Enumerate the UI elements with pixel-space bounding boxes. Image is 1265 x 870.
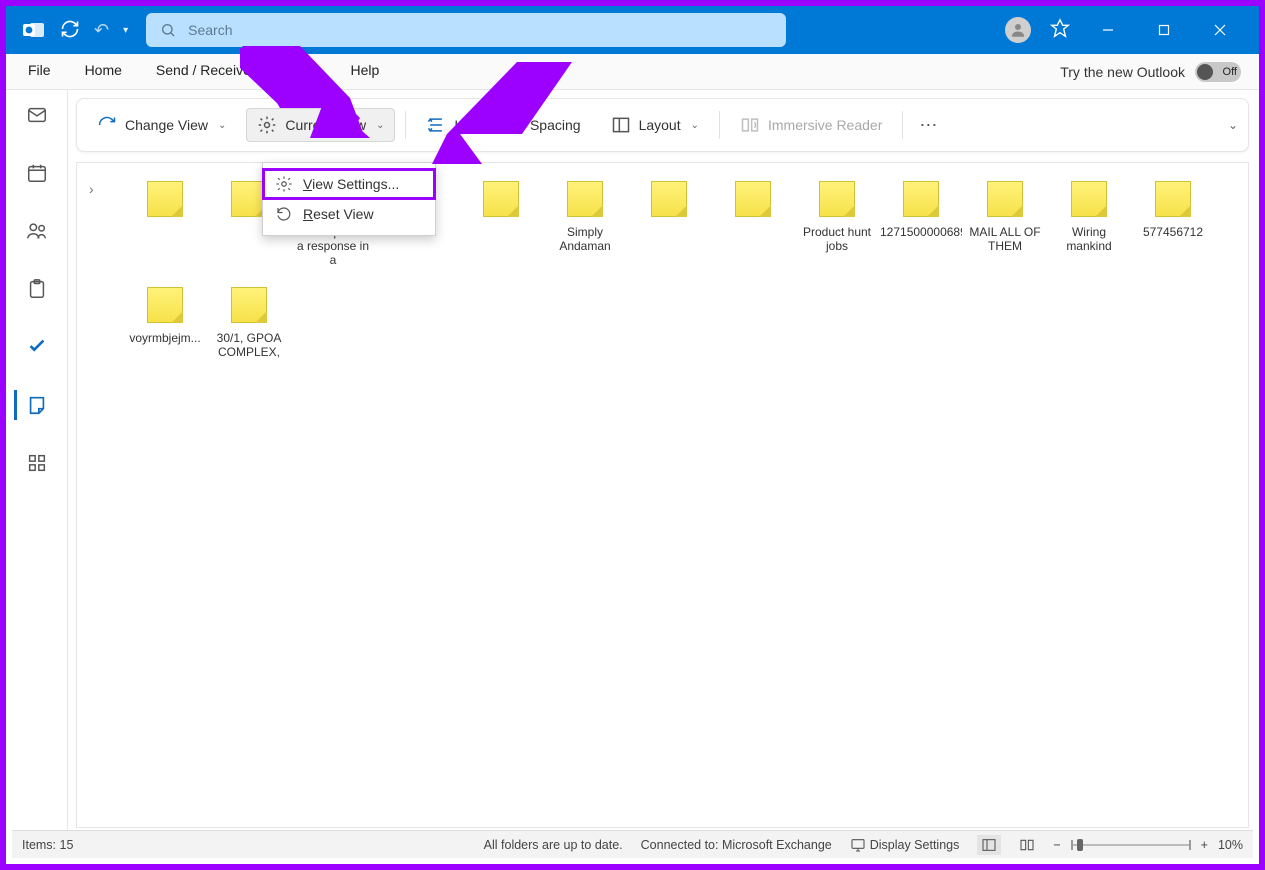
sync-icon[interactable] xyxy=(60,19,80,42)
note-icon xyxy=(735,181,771,217)
nav-more-apps[interactable] xyxy=(16,448,58,478)
chevron-down-icon: ⌄ xyxy=(691,120,699,131)
nav-calendar[interactable] xyxy=(16,158,58,188)
note-item[interactable]: 577456712 xyxy=(1131,181,1215,267)
note-item[interactable] xyxy=(459,181,543,267)
minimize-button[interactable] xyxy=(1089,14,1127,46)
note-icon xyxy=(819,181,855,217)
note-caption: 577456712 xyxy=(1143,225,1203,239)
premium-icon[interactable] xyxy=(1049,18,1071,43)
note-caption: Wiring mankind xyxy=(1048,225,1130,253)
collapse-ribbon-button[interactable]: ⌄ xyxy=(1228,118,1238,132)
view-normal-button[interactable] xyxy=(977,835,1001,855)
chevron-down-icon: ⌄ xyxy=(218,120,226,131)
zoom-out-button[interactable]: − xyxy=(1053,838,1060,852)
menu-view-settings[interactable]: View Settings... xyxy=(263,169,435,199)
zoom-level: 10% xyxy=(1218,838,1243,852)
nav-mail[interactable] xyxy=(16,100,58,130)
view-reading-button[interactable] xyxy=(1019,837,1035,853)
note-icon xyxy=(1155,181,1191,217)
note-item[interactable]: MAIL ALL OF THEM xyxy=(963,181,1047,267)
menu-reset-view[interactable]: Reset View xyxy=(263,199,435,229)
change-view-button[interactable]: Change View ⌄ xyxy=(87,109,236,141)
note-icon xyxy=(567,181,603,217)
note-item[interactable]: 30/1, GPOA COMPLEX, xyxy=(207,287,291,359)
search-placeholder: Search xyxy=(188,22,232,38)
notes-pane: › Please provide a response in aSimply A… xyxy=(76,162,1249,828)
note-icon xyxy=(651,181,687,217)
note-icon xyxy=(483,181,519,217)
menu-view-settings-label: View Settings... xyxy=(303,176,399,192)
try-new-outlook-toggle[interactable]: Off xyxy=(1195,62,1241,82)
nav-people[interactable] xyxy=(16,216,58,246)
note-caption: Product hunt jobs xyxy=(796,225,878,253)
separator xyxy=(405,111,406,139)
note-item[interactable]: 1271500000689 xyxy=(879,181,963,267)
tab-home[interactable]: Home xyxy=(81,56,126,87)
note-caption: voyrmbjejm... xyxy=(129,331,200,345)
account-avatar[interactable] xyxy=(1005,17,1031,43)
note-icon xyxy=(147,181,183,217)
note-item[interactable]: Product hunt jobs xyxy=(795,181,879,267)
note-item[interactable]: voyrmbjejm... xyxy=(123,287,207,359)
change-view-label: Change View xyxy=(125,117,208,133)
layout-label: Layout xyxy=(639,117,681,133)
note-icon xyxy=(231,287,267,323)
nav-tasks[interactable] xyxy=(16,332,58,362)
note-item[interactable] xyxy=(711,181,795,267)
immersive-reader-label: Immersive Reader xyxy=(768,117,882,133)
note-caption: Simply Andaman xyxy=(544,225,626,253)
immersive-reader-button: Immersive Reader xyxy=(730,109,892,141)
tab-file[interactable]: File xyxy=(24,56,55,87)
note-caption: 1271500000689 xyxy=(880,225,962,239)
note-caption: MAIL ALL OF THEM xyxy=(964,225,1046,253)
note-item[interactable] xyxy=(123,181,207,267)
note-icon xyxy=(987,181,1023,217)
menu-reset-view-label: Reset View xyxy=(303,206,374,222)
maximize-button[interactable] xyxy=(1145,14,1183,46)
note-caption: 30/1, GPOA COMPLEX, xyxy=(208,331,290,359)
display-settings-label: Display Settings xyxy=(870,838,960,852)
toggle-state-label: Off xyxy=(1223,66,1237,78)
separator xyxy=(719,111,720,139)
layout-button[interactable]: Layout ⌄ xyxy=(601,109,709,141)
note-item[interactable]: Simply Andaman xyxy=(543,181,627,267)
note-item[interactable]: Wiring mankind xyxy=(1047,181,1131,267)
status-items: Items: 15 xyxy=(22,838,73,852)
zoom-slider[interactable] xyxy=(1071,844,1191,846)
note-item[interactable] xyxy=(627,181,711,267)
more-commands-button[interactable]: ⋯ xyxy=(919,115,937,136)
chevron-down-icon: ⌄ xyxy=(376,120,384,131)
separator xyxy=(902,111,903,139)
try-new-outlook-label: Try the new Outlook xyxy=(1060,64,1185,80)
current-view-dropdown: View Settings... Reset View xyxy=(262,162,436,236)
customize-qat-caret-icon[interactable]: ▾ xyxy=(123,25,128,36)
note-icon xyxy=(903,181,939,217)
display-settings-button[interactable]: Display Settings xyxy=(850,837,960,853)
close-button[interactable] xyxy=(1201,14,1239,46)
zoom-in-button[interactable]: + xyxy=(1201,838,1208,852)
nav-todo[interactable] xyxy=(16,274,58,304)
status-sync: All folders are up to date. xyxy=(484,838,623,852)
note-icon xyxy=(147,287,183,323)
annotation-arrow-icon xyxy=(422,54,582,174)
outlook-app-icon xyxy=(22,18,46,42)
folder-pane-toggle[interactable]: › xyxy=(89,181,94,197)
undo-icon[interactable]: ↶ xyxy=(94,20,109,41)
note-icon xyxy=(1071,181,1107,217)
nav-notes[interactable] xyxy=(14,390,56,420)
status-connected: Connected to: Microsoft Exchange xyxy=(641,838,832,852)
annotation-arrow-icon xyxy=(230,38,370,148)
